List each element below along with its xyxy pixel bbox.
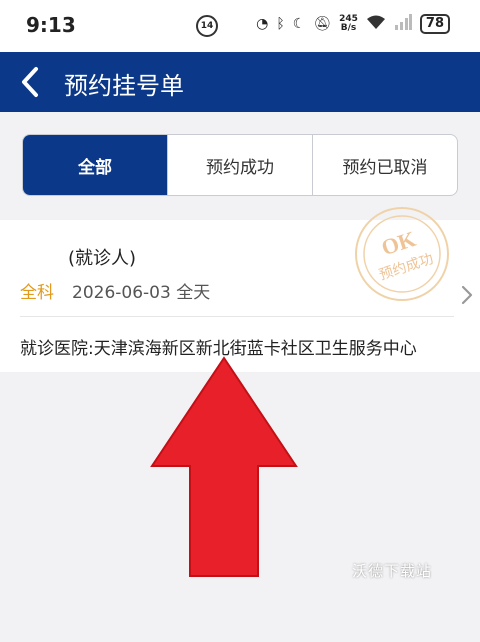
watermark: 沃德下载站 bbox=[351, 562, 432, 580]
status-icons: ◔ ᛒ ☾ 🔕︎ 245 B/s 78 bbox=[256, 14, 450, 34]
tab-all[interactable]: 全部 bbox=[23, 135, 167, 195]
stamp-ok-text: OK bbox=[378, 226, 418, 260]
red-arrow-up-icon bbox=[150, 356, 298, 577]
page-title: 预约挂号单 bbox=[64, 72, 184, 100]
appointment-datetime: 2026-06-03 全天 bbox=[72, 283, 211, 303]
filter-tabs: 全部 预约成功 预约已取消 bbox=[22, 134, 458, 196]
battery-indicator: 78 bbox=[419, 14, 450, 34]
network-speed: 245 B/s bbox=[339, 14, 358, 33]
wifi-icon bbox=[366, 14, 386, 34]
mute-icon: 🔕︎ bbox=[313, 16, 332, 32]
tab-booked-cancelled[interactable]: 预约已取消 bbox=[312, 135, 457, 195]
patient-name: (就诊人) bbox=[68, 248, 137, 269]
status-bar: 9:13 14 ◔ ᛒ ☾ 🔕︎ 245 B/s 78 bbox=[0, 0, 480, 52]
chevron-right-icon bbox=[461, 285, 473, 305]
divider bbox=[20, 316, 454, 317]
success-stamp: OK 预约成功 bbox=[355, 207, 449, 301]
nav-bar: 预约挂号单 bbox=[0, 52, 480, 112]
speedometer-icon: ◔ bbox=[256, 16, 269, 32]
notification-badge-icon: 14 bbox=[196, 15, 218, 37]
back-arrow-icon[interactable] bbox=[18, 66, 44, 98]
department: 全科 bbox=[20, 283, 54, 303]
status-time: 9:13 bbox=[26, 13, 76, 37]
signal-icon bbox=[394, 14, 412, 34]
bluetooth-icon: ᛒ bbox=[276, 16, 285, 32]
moon-icon: ☾ bbox=[292, 16, 306, 32]
tab-booked-success[interactable]: 预约成功 bbox=[167, 135, 312, 195]
